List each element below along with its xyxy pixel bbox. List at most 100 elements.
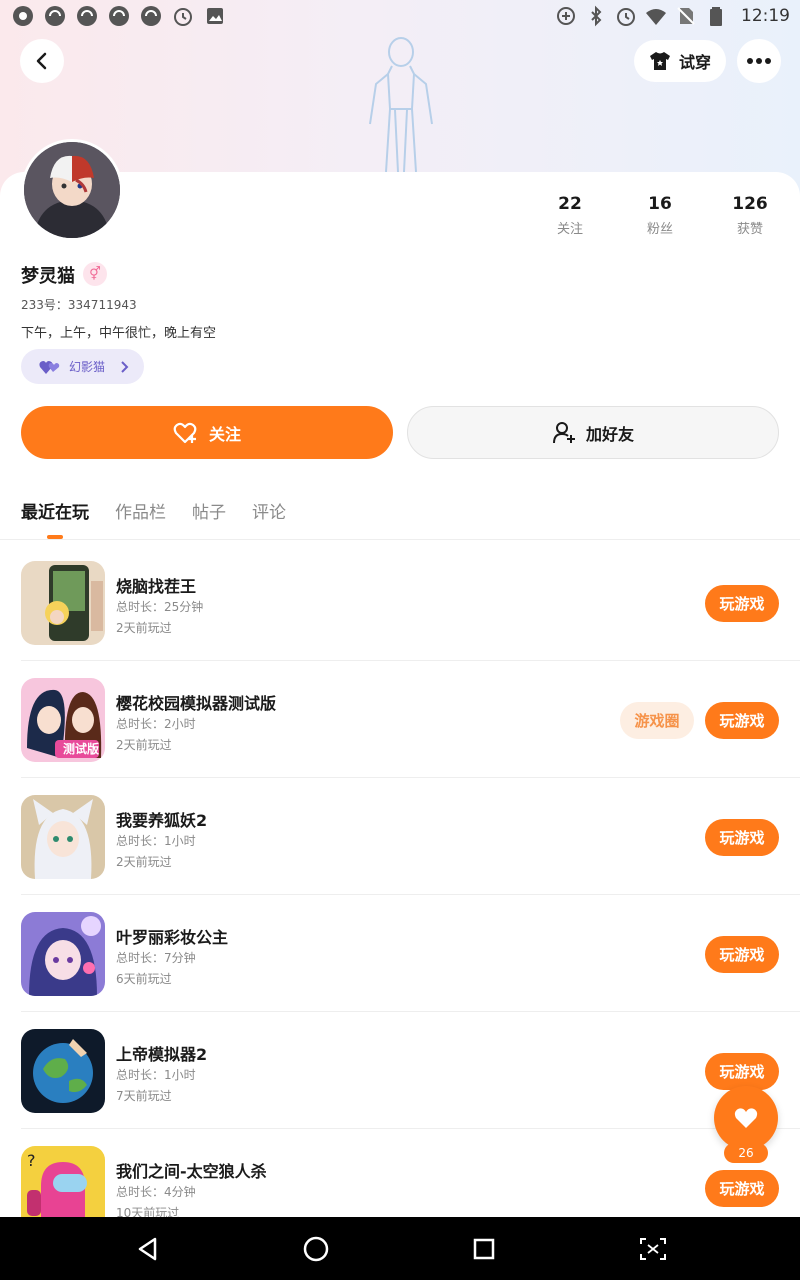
navigation-bar (0, 1217, 800, 1280)
game-duration: 总时长：2小时 (116, 717, 196, 731)
play-game-button[interactable]: 玩游戏 (705, 1053, 779, 1090)
no-sim-icon (677, 7, 695, 25)
game-duration: 总时长：4分钟 (116, 1185, 196, 1199)
image-icon (207, 8, 223, 24)
sync-icon (141, 6, 161, 26)
phantom-cat-tag[interactable]: 幻影猫 (21, 349, 144, 384)
add-friend-label: 加好友 (585, 424, 634, 444)
alarm-icon (174, 8, 192, 26)
play-game-button[interactable]: 玩游戏 (705, 702, 779, 739)
game-last-played: 10天前玩过 (116, 1206, 180, 1217)
tab-posts[interactable]: 帖子 (192, 498, 226, 523)
game-duration: 总时长：25分钟 (116, 600, 204, 614)
status-bar: 12:19 (0, 0, 800, 34)
status-time: 12:19 (741, 6, 790, 26)
sync-icon (77, 6, 97, 26)
stat-following-label: 关注 (556, 222, 583, 237)
stat-fans-count: 16 (648, 194, 672, 214)
chevron-right-icon (121, 360, 129, 373)
list-item[interactable]: 叶罗丽彩妆公主 总时长：7分钟 6天前玩过 玩游戏 (0, 895, 800, 1012)
like-button[interactable] (714, 1086, 778, 1150)
tab-works[interactable]: 作品栏 (115, 498, 166, 523)
list-item[interactable]: ? 我们之间-太空狼人杀 总时长：4分钟 10天前玩过 玩游戏 (0, 1129, 800, 1217)
stat-following-count: 22 (558, 194, 582, 214)
data-saver-icon (557, 7, 575, 25)
game-circle-button[interactable]: 游戏圈 (620, 702, 694, 739)
test-version-badge: 测试版 (62, 742, 99, 756)
bluetooth-icon (591, 5, 602, 27)
game-duration: 总时长：1小时 (116, 834, 196, 848)
tabs-divider (0, 539, 800, 540)
hearts-icon (39, 360, 60, 374)
back-button[interactable] (20, 39, 64, 83)
play-game-button[interactable]: 玩游戏 (705, 936, 779, 973)
add-user-icon (552, 421, 575, 443)
game-last-played: 7天前玩过 (116, 1089, 172, 1103)
nav-home-button[interactable] (300, 1233, 332, 1265)
user-bio: 下午，上午，中午很忙，晚上有空 (21, 326, 217, 341)
list-item[interactable]: 上帝模拟器2 总时长：1小时 7天前玩过 玩游戏 (0, 1012, 800, 1129)
game-last-played: 6天前玩过 (116, 972, 172, 986)
game-title: 我们之间-太空狼人杀 (116, 1162, 267, 1181)
app-icon (13, 6, 33, 26)
nav-back-button[interactable] (132, 1233, 164, 1265)
game-icon[interactable] (21, 912, 105, 996)
list-item[interactable]: 烧脑找茬王 总时长：25分钟 2天前玩过 玩游戏 (0, 544, 800, 661)
heart-icon (734, 1108, 758, 1128)
more-icon (747, 58, 771, 64)
nav-recents-icon (473, 1238, 495, 1260)
game-last-played: 2天前玩过 (116, 621, 172, 635)
dress-up-figure-image[interactable] (362, 34, 440, 172)
game-title: 上帝模拟器2 (116, 1045, 208, 1064)
back-icon (36, 52, 47, 70)
game-duration: 总时长：7分钟 (116, 951, 196, 965)
stat-likes-count: 126 (732, 194, 768, 214)
list-item[interactable]: 测试版 樱花校园模拟器测试版 总时长：2小时 2天前玩过 游戏圈 玩游戏 (0, 661, 800, 778)
shirt-icon (649, 52, 670, 70)
svg-text:?: ? (27, 1151, 36, 1170)
play-game-button[interactable]: 玩游戏 (705, 819, 779, 856)
more-button[interactable] (737, 39, 781, 83)
game-icon[interactable]: 测试版 (21, 678, 105, 762)
nav-back-icon (138, 1237, 157, 1261)
username: 梦灵猫 (21, 266, 75, 287)
game-duration: 总时长：1小时 (116, 1068, 196, 1082)
try-on-label: 试穿 (678, 53, 711, 72)
try-on-button[interactable]: 试穿 (634, 40, 726, 82)
avatar[interactable] (21, 139, 123, 241)
game-last-played: 2天前玩过 (116, 738, 172, 752)
stat-fans[interactable]: 16 粉丝 (620, 194, 700, 237)
follow-label: 关注 (208, 424, 241, 444)
game-title: 烧脑找茬王 (116, 577, 197, 596)
follow-heart-icon (173, 422, 197, 443)
battery-icon (710, 7, 722, 26)
game-icon[interactable] (21, 795, 105, 879)
follow-button[interactable]: 关注 (21, 406, 393, 459)
play-game-button[interactable]: 玩游戏 (705, 585, 779, 622)
user-id: 233号：334711943 (21, 298, 137, 312)
sync-icon (109, 6, 129, 26)
sync-icon (45, 6, 65, 26)
nav-recents-button[interactable] (468, 1233, 500, 1265)
game-icon[interactable] (21, 1029, 105, 1113)
stat-likes[interactable]: 126 获赞 (710, 194, 790, 237)
stat-fans-label: 粉丝 (646, 222, 673, 237)
tag-label: 幻影猫 (69, 360, 106, 374)
game-title: 叶罗丽彩妆公主 (116, 928, 229, 947)
game-title: 樱花校园模拟器测试版 (116, 694, 277, 713)
nav-screenshot-button[interactable] (637, 1233, 669, 1265)
list-item[interactable]: 我要养狐妖2 总时长：1小时 2天前玩过 玩游戏 (0, 778, 800, 895)
stat-likes-label: 获赞 (736, 222, 763, 237)
play-game-button[interactable]: 玩游戏 (705, 1170, 779, 1207)
tab-recently-played[interactable]: 最近在玩 (21, 498, 89, 523)
screenshot-icon (640, 1238, 666, 1260)
like-count-badge: 26 (724, 1143, 768, 1163)
alarm-icon (617, 8, 635, 26)
wifi-icon (646, 9, 666, 25)
game-icon[interactable]: ? (21, 1146, 105, 1217)
stat-following[interactable]: 22 关注 (530, 194, 610, 237)
tab-comments[interactable]: 评论 (252, 498, 286, 523)
game-icon[interactable] (21, 561, 105, 645)
game-title: 我要养狐妖2 (116, 811, 208, 830)
add-friend-button[interactable]: 加好友 (407, 406, 779, 459)
